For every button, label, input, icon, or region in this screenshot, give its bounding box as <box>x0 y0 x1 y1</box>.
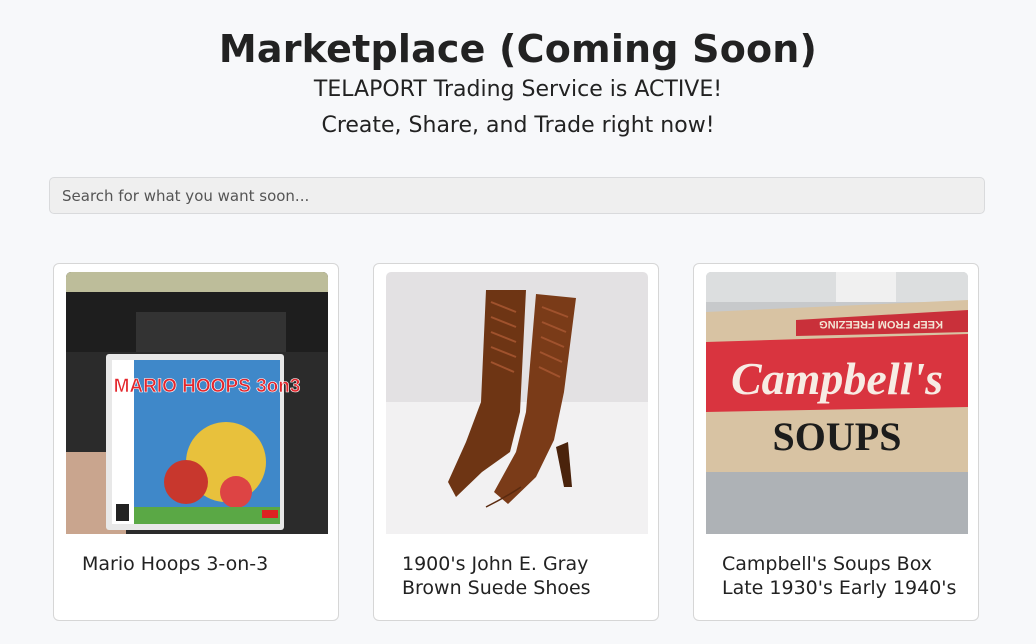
campbells-box-product: SOUPS <box>773 414 902 459</box>
listing-title-campbells-box-line-1: Campbell's Soups Box <box>722 553 932 575</box>
page-subtitle-line-2: Create, Share, and Trade right now! <box>321 113 715 138</box>
search-input[interactable] <box>49 177 985 214</box>
listing-image-suede-shoes[interactable] <box>386 272 648 534</box>
listing-image-mario-hoops[interactable]: MARIO HOOPS 3on3 <box>66 272 328 534</box>
listing-image-campbells-box[interactable]: KEEP FROM FREEZING Campbell's SOUPS <box>706 272 968 534</box>
page-title: Marketplace (Coming Soon) <box>218 27 818 71</box>
listing-card-campbells-box[interactable]: KEEP FROM FREEZING Campbell's SOUPS Camp… <box>693 263 979 621</box>
listing-card-mario-hoops[interactable]: MARIO HOOPS 3on3 Mario Hoops 3-on-3 <box>53 263 339 621</box>
page-header: Marketplace (Coming Soon) TELAPORT Tradi… <box>0 0 1036 144</box>
mario-hoops-box-title: MARIO HOOPS 3on3 <box>114 376 301 397</box>
listing-grid: MARIO HOOPS 3on3 Mario Hoops 3-on-3 1900… <box>53 263 983 623</box>
search-bar <box>49 177 985 214</box>
listing-title-suede-shoes-line-2: Brown Suede Shoes <box>402 577 591 599</box>
listing-title-mario-hoops[interactable]: Mario Hoops 3-on-3 <box>82 552 322 576</box>
listing-title-campbells-box[interactable]: Campbell's Soups Box Late 1930's Early 1… <box>722 552 962 600</box>
page-subtitle-line-1: TELAPORT Trading Service is ACTIVE! <box>313 77 723 102</box>
listing-card-suede-shoes[interactable]: 1900's John E. Gray Brown Suede Shoes <box>373 263 659 621</box>
listing-title-campbells-box-line-2: Late 1930's Early 1940's <box>722 577 957 599</box>
campbells-box-brand: Campbell's <box>731 353 943 404</box>
campbells-box-banner-text: KEEP FROM FREEZING <box>819 318 943 330</box>
listing-title-suede-shoes-line-1: 1900's John E. Gray <box>402 553 589 575</box>
listing-title-suede-shoes[interactable]: 1900's John E. Gray Brown Suede Shoes <box>402 552 642 600</box>
